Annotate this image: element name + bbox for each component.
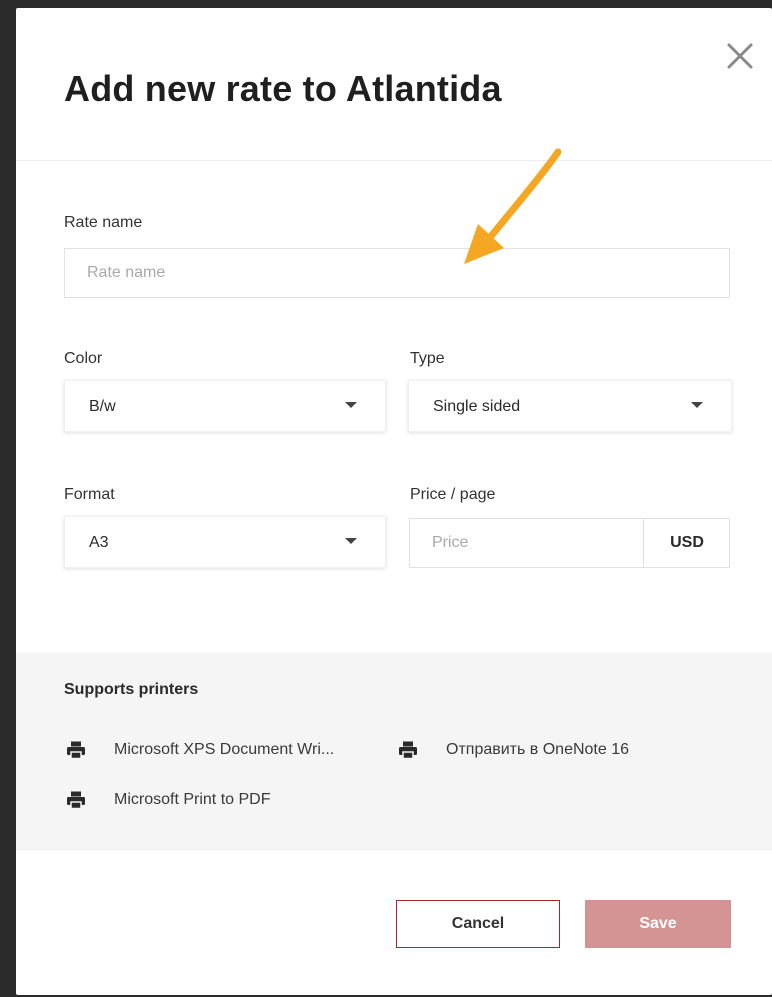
rate-name-label: Rate name <box>64 214 143 231</box>
chevron-down-icon <box>345 538 357 544</box>
dialog-header: Add new rate to Atlantida <box>16 8 772 161</box>
color-label: Color <box>64 350 103 367</box>
color-select-value: B/w <box>89 398 116 415</box>
price-input-group: USD <box>409 518 730 568</box>
rate-name-input[interactable] <box>64 248 730 298</box>
supported-printers-section: Supports printers Microsoft XPS Document… <box>16 653 772 850</box>
format-label: Format <box>64 486 115 503</box>
dialog-title: Add new rate to Atlantida <box>64 68 502 109</box>
price-input[interactable] <box>410 519 642 567</box>
printer-item: Отправить в OneNote 16 <box>398 741 629 759</box>
printer-item: Microsoft Print to PDF <box>66 791 270 809</box>
printer-item: Microsoft XPS Document Wri... <box>66 741 334 759</box>
add-rate-dialog: Add new rate to Atlantida Rate name Colo… <box>16 8 772 995</box>
currency-addon[interactable]: USD <box>643 519 730 567</box>
type-select-value: Single sided <box>433 398 521 415</box>
printer-icon <box>67 791 85 809</box>
printer-name: Microsoft Print to PDF <box>114 791 271 808</box>
save-button[interactable]: Save <box>585 900 731 948</box>
printers-section-title: Supports printers <box>64 681 199 698</box>
color-select[interactable]: B/w <box>64 380 386 432</box>
printer-icon <box>67 741 85 759</box>
chevron-down-icon <box>691 402 703 408</box>
printer-name: Отправить в OneNote 16 <box>446 741 630 758</box>
type-label: Type <box>410 350 445 367</box>
price-label: Price / page <box>410 486 496 503</box>
close-button[interactable] <box>724 40 756 72</box>
chevron-down-icon <box>345 402 357 408</box>
printer-icon <box>399 741 417 759</box>
close-icon <box>727 43 753 69</box>
printer-name: Microsoft XPS Document Wri... <box>114 741 335 758</box>
format-select[interactable]: A3 <box>64 516 386 568</box>
format-select-value: A3 <box>89 534 109 551</box>
type-select[interactable]: Single sided <box>408 380 732 432</box>
cancel-button[interactable]: Cancel <box>396 900 560 948</box>
